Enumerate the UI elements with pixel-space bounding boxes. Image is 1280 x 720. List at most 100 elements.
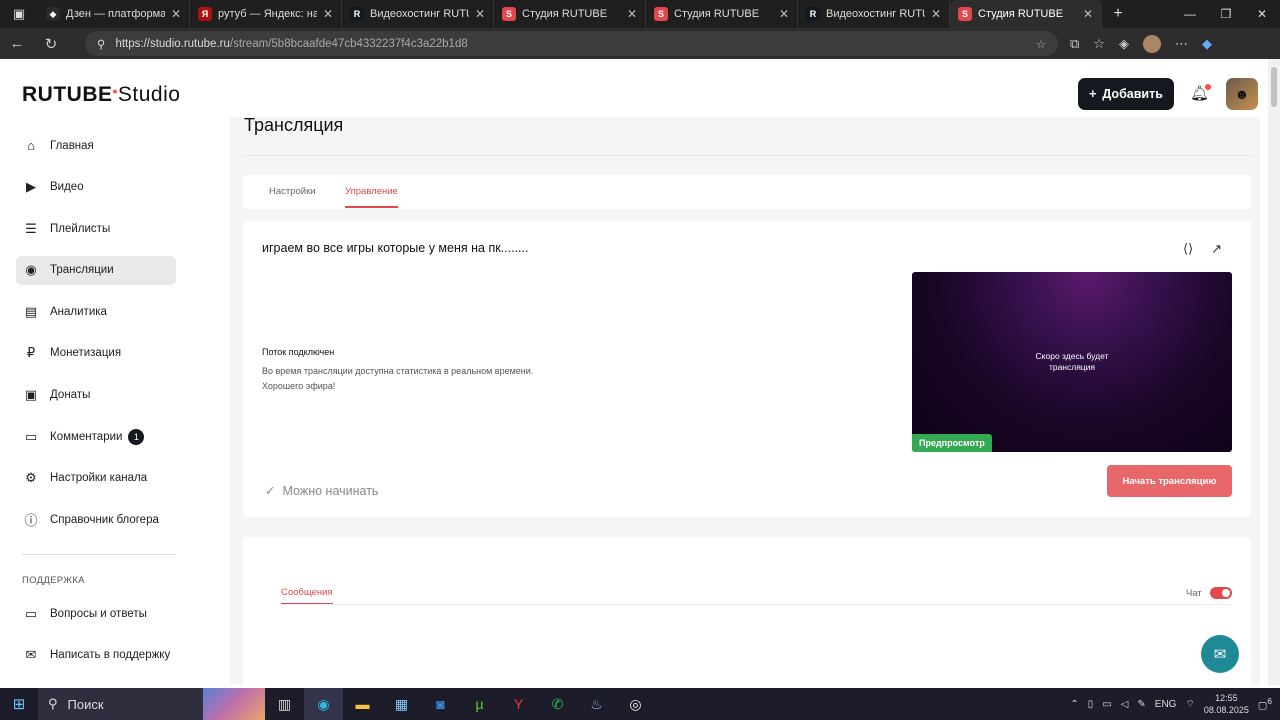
ready-text: Можно начинать xyxy=(282,483,379,498)
windows-start-icon[interactable]: ⊞ xyxy=(0,688,38,720)
tab-actions-icon[interactable]: ▣ xyxy=(0,0,38,28)
sidebar-item[interactable]: ▭ Вопросы и ответы xyxy=(16,599,196,628)
file-explorer-icon[interactable]: ▬ xyxy=(343,688,382,720)
sidebar-item-label: Видео xyxy=(50,181,84,194)
tab-close-icon[interactable]: ✕ xyxy=(323,7,333,21)
browser-tab[interactable]: R Видеохостинг RUTUBE. ✕ xyxy=(798,0,950,28)
sidebar-item[interactable]: ₽ Монетизация xyxy=(16,339,176,368)
check-icon: ✓ xyxy=(265,484,276,498)
sidebar-item-label: Вопросы и ответы xyxy=(50,607,147,620)
site-info-icon[interactable]: ⚲ xyxy=(97,37,105,51)
sidebar-item[interactable]: ▣ Донаты xyxy=(16,381,176,410)
start-stream-button[interactable]: Начать трансляцию xyxy=(1107,465,1232,497)
yandex-browser-icon[interactable]: Y xyxy=(499,688,538,720)
bell-icon[interactable]: 🔔︎ xyxy=(1190,84,1212,102)
wifi-icon[interactable]: ⌔ xyxy=(1185,698,1194,711)
browser-tab[interactable]: R Видеохостинг RUTUBE. ✕ xyxy=(342,0,494,28)
tab-close-icon[interactable]: ✕ xyxy=(475,7,485,21)
sidebar-item[interactable]: ▭ Комментарии 1 xyxy=(16,422,176,451)
stream-card: играем во все игры которые у меня на пк.… xyxy=(243,221,1251,517)
title-divider xyxy=(244,155,1252,156)
browser-tab[interactable]: S Студия RUTUBE ✕ xyxy=(950,0,1102,28)
taskbar-search[interactable]: ⚲ Поиск xyxy=(38,688,265,720)
sidebar-item-label: Настройки канала xyxy=(50,472,148,485)
sidebar-item[interactable]: ⓘ Справочник блогера xyxy=(16,505,176,534)
close-window-button[interactable]: ✕ xyxy=(1244,7,1280,21)
language-indicator[interactable]: ENG xyxy=(1155,699,1177,710)
profile-avatar[interactable] xyxy=(1142,34,1161,53)
external-link-icon[interactable]: ↗ xyxy=(1211,241,1222,257)
tab-messages[interactable]: Сообщения xyxy=(281,587,333,604)
outlook-icon[interactable]: ◙ xyxy=(421,688,460,720)
minimize-button[interactable]: — xyxy=(1172,7,1208,21)
page-scrollbar[interactable] xyxy=(1268,59,1280,685)
tray-chevron-icon[interactable]: ⌃ xyxy=(1070,699,1078,710)
whatsapp-icon[interactable]: ✆ xyxy=(538,688,577,720)
tab-close-icon[interactable]: ✕ xyxy=(627,7,637,21)
sidebar-item[interactable]: ⌂ Главная xyxy=(16,131,176,160)
sidebar-item[interactable]: ▤ Аналитика xyxy=(16,297,176,326)
browser-tab[interactable]: Ярутуб — Яндекс: нашло ✕ xyxy=(190,0,342,28)
tray-app-icon[interactable]: ▯ xyxy=(1088,699,1094,710)
url-path: /stream/5b8bcaafde47cb4332237f4c3a22b1d8 xyxy=(229,37,468,50)
sidebar-item[interactable]: ⚙ Настройки канала xyxy=(16,464,176,493)
tab-favicon-icon: ◆ xyxy=(46,7,60,21)
browser-extensions: ⧉ ☆ ◈ ⋯ ◆ xyxy=(1070,28,1212,59)
tab-title: Видеохостинг RUTUBE. xyxy=(370,8,469,20)
tab-management[interactable]: Управление xyxy=(345,186,398,208)
support-chat-icon[interactable]: ✉ xyxy=(1201,635,1239,673)
channel-avatar[interactable]: ☻ xyxy=(1226,78,1258,110)
stream-title: играем во все игры которые у меня на пк.… xyxy=(262,241,529,255)
stream-preview[interactable]: Скоро здесь будет трансляция Предпросмот… xyxy=(912,272,1232,452)
reload-button[interactable]: ↻ xyxy=(34,35,68,53)
maximize-button[interactable]: ❐ xyxy=(1208,7,1244,21)
back-button[interactable]: ← xyxy=(0,35,34,52)
sidebar-item[interactable]: ◉ Трансляции xyxy=(16,255,176,285)
menu-icon[interactable]: ⋯ xyxy=(1175,36,1188,52)
chat-toggle[interactable] xyxy=(1209,587,1232,599)
rutube-studio-logo[interactable]: RUTUBE•Studio xyxy=(22,83,180,107)
tab-settings[interactable]: Настройки xyxy=(269,186,316,197)
notification-count: 6 xyxy=(1267,696,1272,707)
tab-close-icon[interactable]: ✕ xyxy=(779,7,789,21)
tab-close-icon[interactable]: ✕ xyxy=(171,7,181,21)
utorrent-icon[interactable]: µ xyxy=(460,688,499,720)
edge-icon[interactable]: ◉ xyxy=(304,688,343,720)
sidebar-item-label: Написать в поддержку xyxy=(50,649,171,662)
new-tab-button[interactable]: + xyxy=(1102,5,1134,23)
favorites-icon[interactable]: ☆ xyxy=(1093,36,1105,52)
tab-favicon-icon: R xyxy=(806,7,820,21)
sidebar-item-label: Главная xyxy=(50,139,94,152)
browser-tab[interactable]: ◆ Дзен — платформа для ✕ xyxy=(38,0,190,28)
pen-icon[interactable]: ✎ xyxy=(1137,699,1145,710)
extensions-icon[interactable]: ⧉ xyxy=(1070,36,1079,52)
task-view-icon[interactable]: ▥ xyxy=(265,688,304,720)
obs-icon[interactable]: ◎ xyxy=(616,688,655,720)
plus-icon: + xyxy=(1089,87,1097,101)
vpn-icon[interactable]: ◈ xyxy=(1119,36,1129,52)
sidebar-item[interactable]: ☰ Плейлисты xyxy=(16,214,176,243)
copilot-icon[interactable]: ◆ xyxy=(1202,36,1212,52)
tab-close-icon[interactable]: ✕ xyxy=(931,7,941,21)
bookmark-star-icon[interactable]: ☆ xyxy=(1036,37,1046,51)
clock-time: 12:55 xyxy=(1215,693,1238,703)
tab-title: Дзен — платформа для xyxy=(66,8,165,20)
share-icon[interactable]: ⟨⟩ xyxy=(1183,241,1193,257)
volume-icon[interactable]: ◁ xyxy=(1121,699,1129,710)
browser-tab[interactable]: S Студия RUTUBE ✕ xyxy=(494,0,646,28)
tab-title: Видеохостинг RUTUBE. xyxy=(826,8,925,20)
window-controls: — ❐ ✕ xyxy=(1172,7,1280,21)
steam-icon[interactable]: ♨ xyxy=(577,688,616,720)
network-icon[interactable]: ▭ xyxy=(1102,699,1111,710)
store-icon[interactable]: ▦ xyxy=(382,688,421,720)
sidebar-item[interactable]: ▶ Видео xyxy=(16,173,176,202)
tab-favicon-icon: R xyxy=(350,7,364,21)
browser-tab[interactable]: S Студия RUTUBE ✕ xyxy=(646,0,798,28)
tab-close-icon[interactable]: ✕ xyxy=(1083,7,1093,21)
notifications-icon[interactable]: ▢6 xyxy=(1258,696,1272,711)
address-bar[interactable]: ⚲ https://studio.rutube.ru/stream/5b8bca… xyxy=(85,31,1058,56)
clock[interactable]: 12:55 08.08.2025 xyxy=(1204,692,1249,716)
add-button[interactable]: + Добавить xyxy=(1078,78,1174,110)
sidebar-item[interactable]: ✉ Написать в поддержку xyxy=(16,641,196,670)
preview-placeholder: Скоро здесь будет трансляция xyxy=(1035,351,1109,372)
